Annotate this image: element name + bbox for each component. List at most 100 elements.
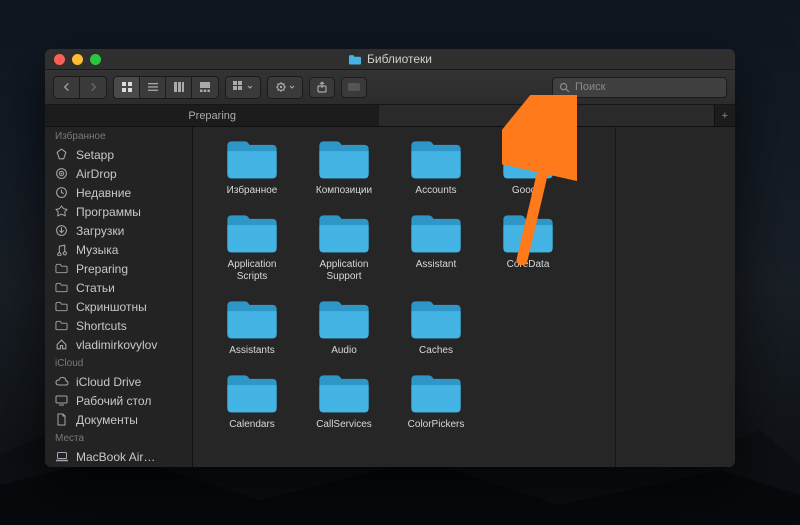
preview-pane [615,127,735,467]
toolbar [45,70,735,105]
sidebar-item[interactable]: Загрузки [45,221,192,240]
folder-icon [223,297,281,341]
folder-item[interactable]: Accounts [390,137,482,197]
folder-label: CoreData [507,259,550,271]
forward-button[interactable] [80,77,106,98]
folder-item[interactable]: ColorPickers [390,371,482,431]
sidebar-item-label: Статьи [76,281,115,295]
sidebar-item[interactable]: vladimirkovylov [45,335,192,354]
folder-item[interactable]: Caches [390,297,482,357]
folder-item[interactable]: Audio [298,297,390,357]
minimize-window-button[interactable] [72,54,83,65]
tab-preparing[interactable]: Preparing [45,105,379,126]
folder-icon [54,301,69,312]
sidebar-item-label: Музыка [76,243,118,257]
downloads-icon [54,224,69,237]
action-menu[interactable] [267,76,303,99]
sidebar-item-label: Setapp [76,148,114,162]
folder-label: Избранное [227,185,278,197]
sidebar-item[interactable]: Документы [45,410,192,429]
sidebar-item-label: Preparing [76,262,128,276]
sidebar-item[interactable]: Shortcuts [45,316,192,335]
sidebar-item-label: Скриншотны [76,300,147,314]
column-view-button[interactable] [166,77,192,98]
folder-icon [315,211,373,255]
folder-item[interactable]: CoreData [482,211,574,283]
laptop-icon [54,451,69,462]
tags-button[interactable] [341,77,367,98]
sidebar-item[interactable]: Рабочий стол [45,391,192,410]
sidebar-section-heading: iCloud [45,354,192,372]
sidebar-item-label: Недавние [76,186,131,200]
tab-label: Preparing [188,110,236,122]
folder-label: Google [512,185,544,197]
sidebar-section-heading: Места [45,429,192,447]
folder-item[interactable]: Assistants [206,297,298,357]
sidebar-item-label: MacBook Air… [76,450,155,464]
folder-item[interactable]: Assistant [390,211,482,283]
folder-icon [407,297,465,341]
folder-label: ColorPickers [408,419,465,431]
tab-bar: Preparing Библиотеки + [45,105,735,127]
folder-item[interactable]: Композиции [298,137,390,197]
back-button[interactable] [54,77,80,98]
arrange-button[interactable] [226,77,260,98]
folder-label: Accounts [415,185,456,197]
folder-icon [223,137,281,181]
window-title-text: Библиотеки [367,52,432,66]
folder-content[interactable]: Избранное Композиции Accounts Google App… [193,127,615,467]
titlebar: Библиотеки [45,49,735,70]
folder-item[interactable]: Google [482,137,574,197]
nav-buttons [53,76,107,99]
folder-icon [315,137,373,181]
music-icon [54,243,69,256]
documents-icon [54,413,69,426]
sidebar-item[interactable]: MacBook Air… [45,447,192,466]
search-field[interactable] [552,77,727,98]
folder-icon [315,297,373,341]
folder-item[interactable]: Application Scripts [206,211,298,283]
icon-view-button[interactable] [114,77,140,98]
apps-icon [54,205,69,218]
home-icon [54,338,69,351]
folder-item[interactable]: Application Support [298,211,390,283]
folder-label: Application Support [303,259,385,283]
folder-icon [54,282,69,293]
arrange-menu[interactable] [225,76,261,99]
search-input[interactable] [575,81,720,93]
sidebar-item[interactable]: Setapp [45,145,192,164]
sidebar-item-label: Загрузки [76,224,124,238]
sidebar-item[interactable]: Программы [45,202,192,221]
desktop-icon [54,395,69,406]
tab-label: Библиотеки [517,110,577,122]
action-button[interactable] [268,77,302,98]
finder-window: Библиотеки [45,49,735,467]
folder-item[interactable]: Calendars [206,371,298,431]
share-button[interactable] [309,77,335,98]
folder-label: Application Scripts [211,259,293,283]
new-tab-button[interactable]: + [714,105,735,126]
view-mode-segment [113,76,219,99]
folder-icon [407,137,465,181]
setapp-icon [54,148,69,161]
folder-item[interactable]: Избранное [206,137,298,197]
sidebar-item[interactable]: Preparing [45,259,192,278]
folder-icon [348,54,362,65]
gallery-view-button[interactable] [192,77,218,98]
sidebar-item[interactable]: iCloud Drive [45,372,192,391]
sidebar-item[interactable]: Скриншотны [45,297,192,316]
folder-label: Audio [331,345,357,357]
sidebar-item-label: vladimirkovylov [76,338,157,352]
list-view-button[interactable] [140,77,166,98]
folder-item[interactable]: CallServices [298,371,390,431]
close-window-button[interactable] [54,54,65,65]
zoom-window-button[interactable] [90,54,101,65]
sidebar-item[interactable]: Музыка [45,240,192,259]
sidebar-item[interactable]: Статьи [45,278,192,297]
sidebar-item[interactable]: Недавние [45,183,192,202]
cloud-icon [54,376,69,387]
tab-libraries[interactable]: Библиотеки [379,105,713,126]
folder-label: Композиции [316,185,372,197]
search-icon [559,82,570,93]
sidebar-item[interactable]: AirDrop [45,164,192,183]
